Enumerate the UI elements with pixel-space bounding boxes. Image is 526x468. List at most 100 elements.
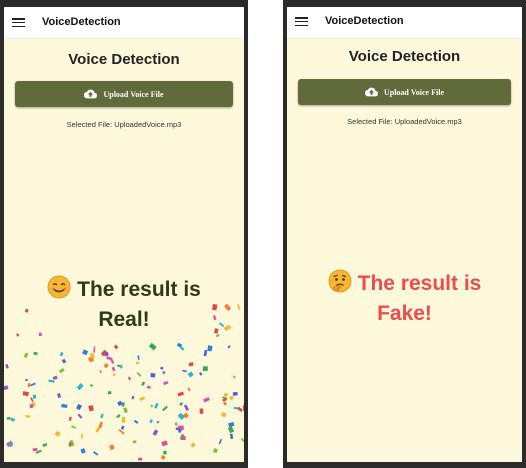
confetti-piece [119, 364, 123, 369]
confetti-piece [76, 383, 84, 391]
confetti-piece [188, 362, 194, 367]
menu-icon[interactable] [295, 17, 308, 27]
confetti-piece [198, 372, 203, 376]
confetti-piece [174, 422, 178, 426]
confetti-piece [149, 419, 153, 424]
confetti-piece [237, 406, 243, 412]
phone-frame-real: VoiceDetection Voice Detection Upload Vo… [0, 0, 248, 468]
confetti-piece [152, 429, 159, 436]
confetti-piece [178, 425, 183, 429]
confetti-piece [222, 401, 228, 406]
result-line-1: The result is [357, 272, 482, 295]
confetti-piece [77, 413, 83, 419]
app-screen-fake: VoiceDetection Voice Detection Upload Vo… [287, 7, 522, 462]
confetti-piece [58, 368, 65, 374]
confetti-piece [52, 375, 58, 380]
confetti-piece [150, 404, 154, 408]
confetti-piece [30, 401, 36, 407]
confetti-piece [163, 380, 169, 386]
confetti-piece [95, 426, 101, 433]
confetti-piece [54, 430, 61, 437]
upload-voice-file-button[interactable]: Upload Voice File [15, 81, 233, 107]
confetti-piece [106, 356, 113, 361]
confetti-piece [161, 440, 168, 447]
confetti-piece [27, 383, 31, 387]
confetti-piece [109, 444, 115, 450]
confetti-piece [57, 393, 62, 399]
confetti-piece [139, 396, 146, 401]
confetti-piece [179, 434, 185, 441]
confetti-piece [187, 387, 191, 392]
confetti-piece [135, 361, 140, 365]
confetti-piece [35, 449, 42, 454]
confetti-piece [160, 454, 166, 460]
confetti-piece [93, 451, 99, 456]
upload-voice-file-button[interactable]: Upload Voice File [298, 79, 511, 105]
confetti-piece [228, 395, 234, 401]
phone-frame-fake: VoiceDetection Voice Detection Upload Vo… [283, 0, 526, 468]
confetti-piece [146, 385, 151, 389]
confetti-piece [80, 448, 86, 454]
confetti-piece [112, 373, 116, 377]
confetti-piece [30, 382, 36, 387]
confetti-piece [22, 391, 29, 397]
confetti-piece [150, 372, 156, 378]
confetti-piece [24, 378, 28, 382]
confetti-piece [138, 457, 143, 461]
confetti-piece [69, 439, 75, 447]
confetti-piece [100, 413, 104, 419]
confetti-piece [121, 417, 126, 423]
app-bar-title: VoiceDetection [325, 15, 404, 27]
confetti-piece [177, 391, 185, 397]
confetti-piece [160, 366, 164, 370]
confetti-piece [68, 416, 72, 421]
confetti-piece [116, 414, 121, 419]
confetti-piece [181, 435, 186, 441]
confetti-piece [111, 366, 116, 372]
confetti-piece [227, 345, 231, 349]
confetti-piece [33, 351, 38, 356]
confetti-piece [175, 427, 182, 432]
confetti-piece [93, 346, 96, 353]
app-screen-real: VoiceDetection Voice Detection Upload Vo… [4, 7, 244, 462]
confetti-piece [232, 391, 238, 396]
confetti-piece [59, 351, 64, 357]
confetti-piece [183, 404, 189, 411]
confetti-piece [61, 358, 67, 364]
confetti-piece [32, 448, 38, 452]
result-text-fake: The result is Fake! [287, 269, 522, 327]
confetti-piece [137, 355, 140, 360]
confetti-animation [4, 303, 244, 461]
confetti-piece [10, 417, 16, 422]
confetti-piece [156, 420, 160, 424]
confetti-piece [183, 412, 189, 419]
confetti-piece [113, 344, 119, 350]
page-title: Voice Detection [68, 51, 180, 68]
menu-icon[interactable] [12, 18, 25, 28]
result-line-1: The result is [77, 278, 201, 301]
confetti-piece [133, 419, 139, 424]
confetti-piece [233, 406, 239, 410]
confetti-piece [90, 352, 95, 359]
confetti-piece [215, 334, 220, 338]
confetti-piece [16, 333, 20, 337]
confetti-piece [187, 371, 194, 378]
confetti-piece [202, 366, 208, 371]
confetti-piece [179, 402, 183, 406]
confetti-piece [76, 403, 82, 411]
confetti-piece [127, 376, 131, 381]
confetti-piece [190, 442, 196, 448]
confetti-piece [218, 438, 223, 445]
confetti-piece [240, 437, 244, 442]
confetti-piece [87, 356, 95, 363]
confetti-piece [222, 397, 227, 402]
upload-button-label: Upload Voice File [103, 89, 164, 99]
confetti-piece [6, 416, 11, 420]
confetti-piece [88, 357, 93, 362]
confetti-piece [38, 332, 42, 336]
confetti-piece [132, 440, 137, 444]
confetti-piece [61, 403, 68, 409]
confetti-piece [223, 392, 228, 397]
confetti-piece [162, 405, 168, 412]
upload-button-label: Upload Voice File [383, 87, 444, 97]
